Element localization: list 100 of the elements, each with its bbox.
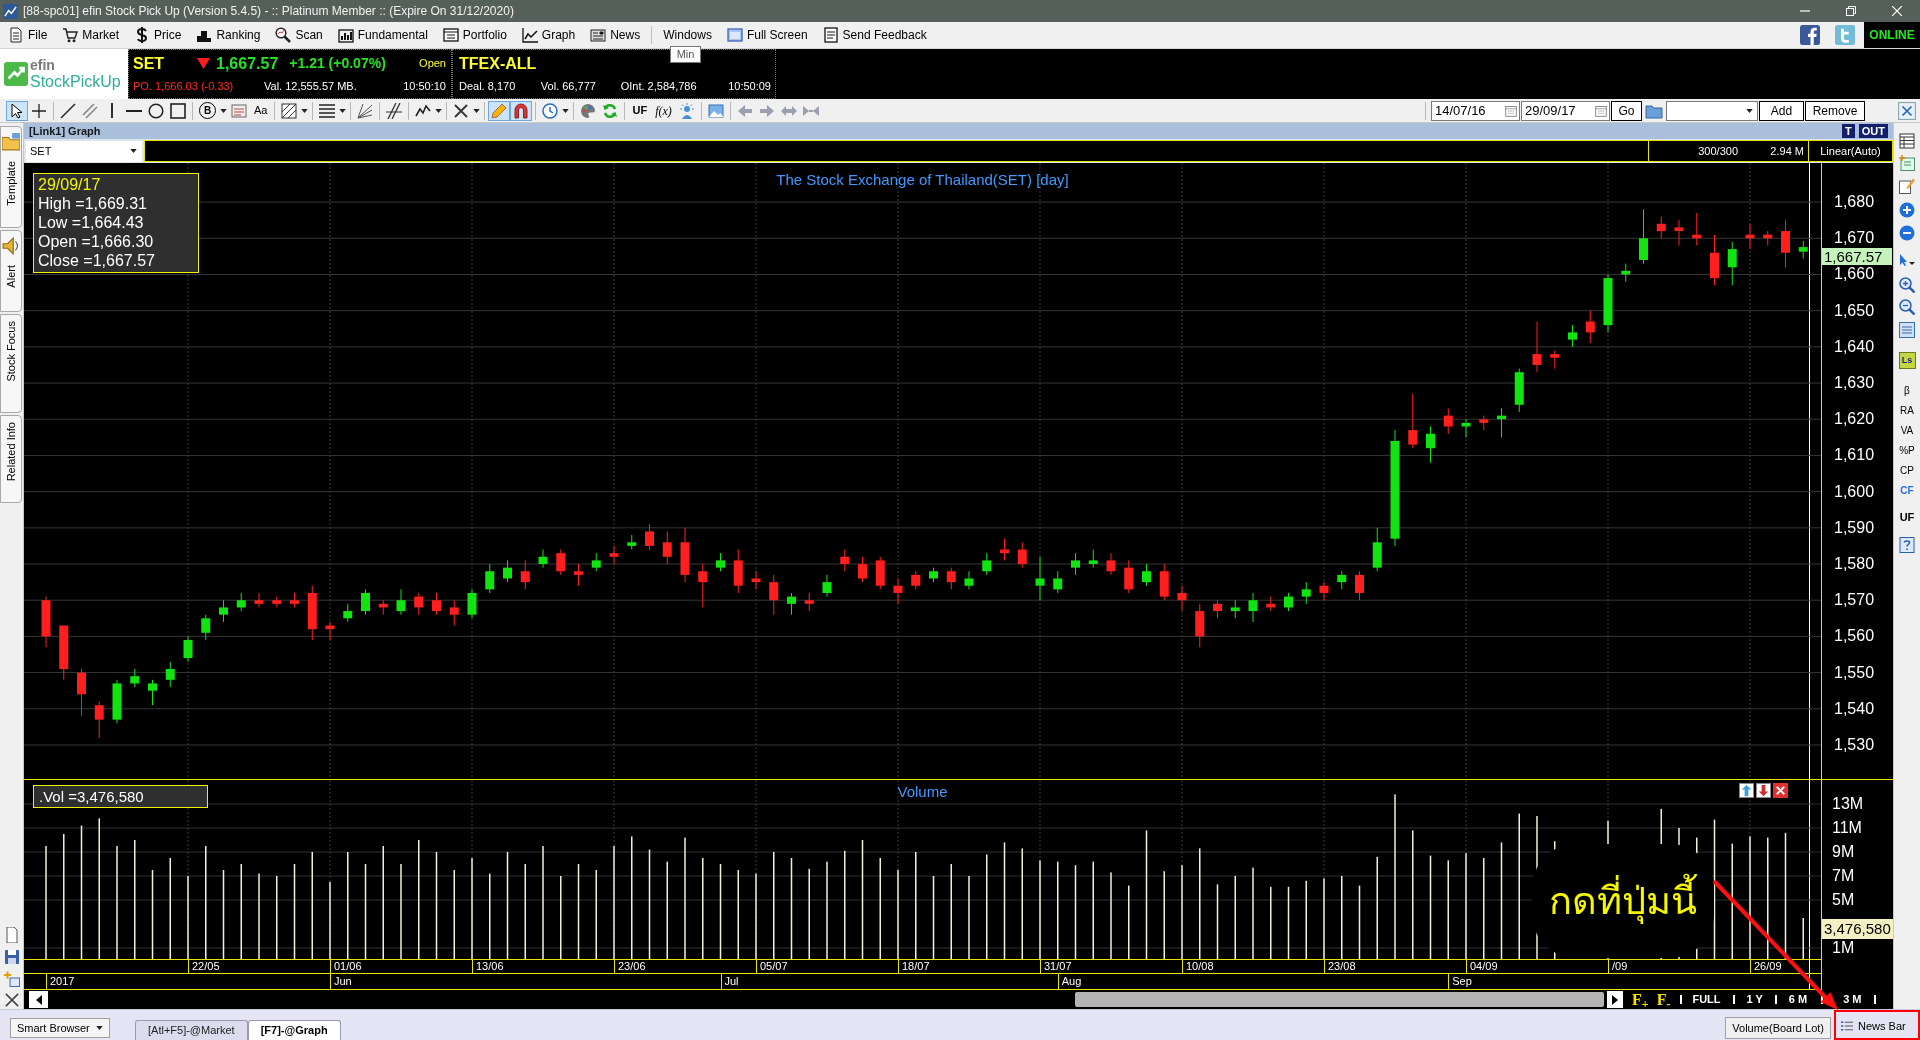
tool-button[interactable]: UF [628,100,652,121]
period-button[interactable]: FULL [1688,991,1725,1008]
calendar-icon[interactable] [1595,104,1607,117]
menu-item[interactable]: Scan [271,24,327,46]
index-change: +1.21 (+0.07%) [289,54,386,73]
menu-item[interactable]: Graph [517,24,580,46]
symbol-dropdown[interactable]: SET [26,140,142,162]
menu-item[interactable]: Market [58,24,124,46]
menu-item[interactable]: Price [130,24,186,46]
tool-button[interactable] [510,100,533,121]
caret-icon[interactable] [301,108,309,113]
start-date-field[interactable]: 14/07/16 [1431,100,1520,121]
volume-axis-label: 9M [1832,844,1855,860]
move-up-icon[interactable] [1739,783,1754,798]
side-tab[interactable]: Related Info [0,415,22,503]
scroll-thumb[interactable] [1075,992,1604,1007]
menu-item[interactable]: Fundamental [333,24,432,46]
tool-button[interactable]: CF [1900,483,1914,499]
session-status: Open [419,56,446,72]
document-tab[interactable]: [Atl+F5]-@Market [135,1020,248,1040]
menu-item[interactable]: Full Screen [722,24,812,46]
period-button[interactable]: 6 M [1784,991,1812,1008]
note-pencil-icon[interactable] [1899,178,1915,194]
caret-icon[interactable] [220,108,227,113]
close-panel-button[interactable] [1896,100,1918,121]
caret-icon[interactable] [1746,108,1753,113]
tool-button[interactable]: RA [1900,403,1914,419]
add-button[interactable]: Add [1759,100,1804,121]
period-button[interactable]: 3 M [1839,991,1866,1008]
tool-button[interactable]: Aa [250,100,272,121]
document-tab[interactable]: [F7]-@Graph [247,1020,341,1040]
close-icon[interactable] [4,993,19,1007]
menu-item[interactable]: Ranking [192,24,265,46]
minus-circle-icon[interactable] [1899,225,1915,241]
tool-button[interactable]: VA [1900,423,1914,439]
side-tab[interactable]: Stock Focus [0,314,22,413]
help-icon[interactable] [1899,537,1915,553]
tool-button[interactable]: %P [1899,443,1915,459]
zoom-step-button[interactable]: F$_{-}$ [1656,991,1671,1008]
menu-item[interactable]: Windows [659,24,716,46]
candlestick [1443,407,1453,435]
menu-item[interactable]: File [4,24,52,46]
magnet-icon [513,102,530,119]
add-sheet-icon[interactable] [3,971,20,987]
menu-item[interactable]: Send Feedback [818,24,931,46]
zoom-in-icon[interactable] [1899,277,1915,293]
tool-button[interactable]: β [1904,383,1910,399]
facebook-icon[interactable] [1800,25,1820,45]
side-tab[interactable]: Alert [0,230,22,312]
price-axis-label: 1,640 [1834,338,1875,355]
caret-icon[interactable] [473,108,481,113]
table-icon[interactable] [1899,133,1915,149]
date-label: 23/08 [1324,960,1356,973]
candlestick [893,577,903,605]
caret-icon[interactable] [96,1026,103,1030]
view-toggle-button[interactable]: T [1841,124,1855,138]
news-bar-button[interactable]: News Bar [1836,1015,1910,1037]
scroll-left-button[interactable] [29,991,48,1008]
index-last: 1,667.57 [216,53,279,74]
menu-item[interactable]: Portfolio [438,24,511,46]
tool-button[interactable]: UF [1899,509,1915,525]
candlestick [574,563,584,587]
tool-button[interactable]: Ls [1898,352,1916,369]
period-button[interactable]: 1 Y [1742,991,1767,1008]
plus-circle-icon[interactable] [1899,202,1915,218]
smart-browser-dropdown[interactable]: Smart Browser [10,1018,110,1038]
remove-button[interactable]: Remove [1805,100,1865,121]
view-toggle-button[interactable]: OUT [1858,124,1888,138]
candlestick [911,570,921,590]
caret-icon[interactable] [562,108,570,113]
close-icon[interactable] [1773,783,1788,798]
move-down-icon[interactable] [1756,783,1771,798]
tool-button[interactable]: CP [1900,463,1914,479]
clipboard-icon [822,27,839,43]
vertical-line-icon [110,103,114,118]
side-tab[interactable]: Template [0,126,22,228]
candlestick [609,545,619,565]
end-date-field[interactable]: 29/09/17 [1521,100,1610,121]
newspaper-icon [590,27,607,43]
caret-icon[interactable] [130,149,137,153]
tool-button[interactable] [6,100,28,121]
pointer-dropdown-icon[interactable] [1899,253,1915,269]
calendar-icon[interactable] [1505,104,1517,117]
sheet-plus-icon[interactable] [1899,155,1915,171]
candlestick [1585,310,1595,344]
menu-item[interactable]: News [586,24,645,46]
page-icon[interactable] [3,927,20,943]
open-interest: OInt. 2,584,786 [620,79,698,95]
zoom-out-icon[interactable] [1899,299,1915,315]
right-triangle-icon [1612,994,1618,1005]
tool-button[interactable]: f(x) [651,100,676,121]
template-dropdown[interactable] [1666,100,1758,121]
go-button[interactable]: Go [1611,100,1642,121]
caret-icon[interactable] [435,108,443,113]
save-icon[interactable] [3,949,20,965]
zoom-step-button[interactable]: F$_{+}$ [1632,991,1649,1008]
list-icon[interactable] [1899,322,1915,338]
tool-button[interactable] [167,100,189,121]
scroll-right-button[interactable] [1607,991,1623,1008]
caret-icon[interactable] [339,108,347,113]
